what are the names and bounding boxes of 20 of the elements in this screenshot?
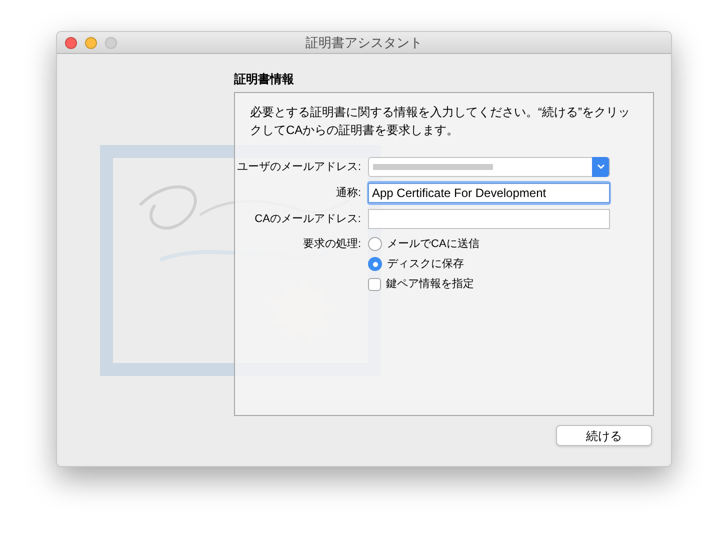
dropdown-chevron-icon xyxy=(592,157,609,177)
continue-button[interactable]: 続ける xyxy=(556,425,652,446)
checkbox[interactable] xyxy=(368,278,381,290)
email-dropdown[interactable] xyxy=(368,157,610,177)
instructions: 必要とする証明書に関する情報を入力してください。“続ける”をクリックしてCAからの証明書を要求します。 xyxy=(250,104,631,139)
section-title: 証明書情報 xyxy=(234,71,295,88)
text-field[interactable] xyxy=(367,207,611,231)
radio-label: ディスクに保存 xyxy=(387,256,464,272)
minimize-button[interactable] xyxy=(85,36,97,48)
field-label: CAのメールアドレス: xyxy=(254,212,362,227)
field-label: 通称: xyxy=(334,186,362,201)
radio-label: メールでCAに送信 xyxy=(387,236,480,252)
field-label: 要求の処理: xyxy=(302,237,362,252)
field-label: ユーザのメールアドレス: xyxy=(236,160,362,175)
text-field[interactable]: App Certificate For Development xyxy=(367,181,611,205)
radio-button[interactable] xyxy=(368,237,382,251)
checkbox-label: 鍵ペア情報を指定 xyxy=(386,276,474,292)
window-title: 証明書アシスタント xyxy=(306,34,422,52)
close-button[interactable] xyxy=(65,36,77,48)
radio-button[interactable] xyxy=(368,257,382,271)
